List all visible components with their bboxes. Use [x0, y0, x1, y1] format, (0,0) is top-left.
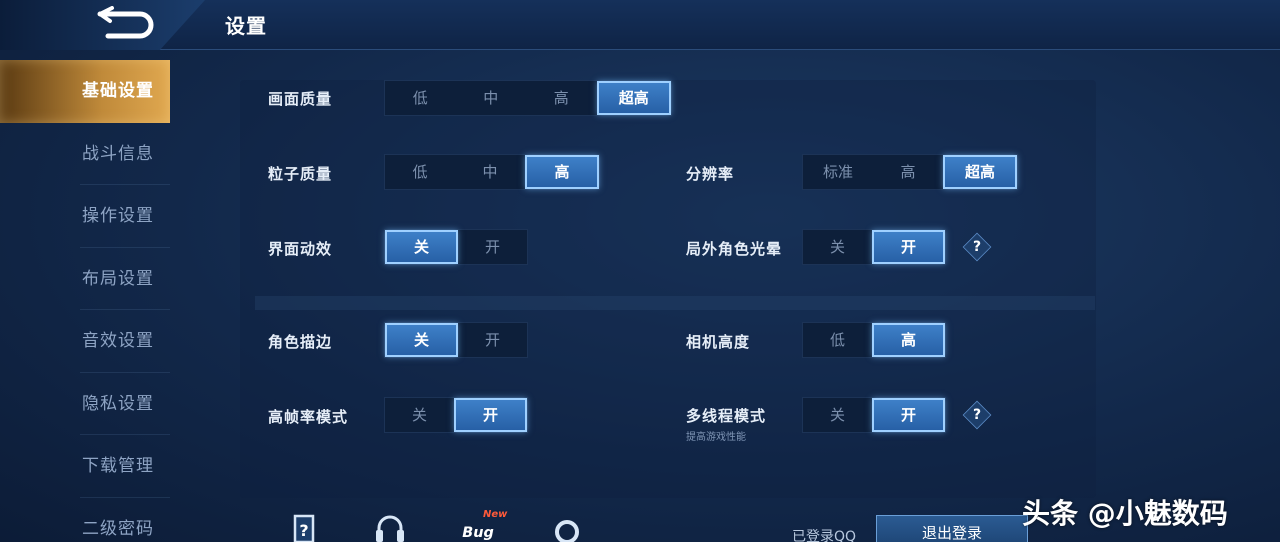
ui-effects-label: 界面动效: [268, 240, 333, 258]
outfield-glow-on[interactable]: 开: [872, 230, 945, 264]
particle-quality-selector: 低 中 高: [384, 154, 600, 190]
camera-height-label: 相机高度: [686, 333, 751, 351]
question-icon: ?: [972, 407, 982, 423]
top-bar: 设置: [0, 0, 1280, 50]
section-divider: [255, 296, 1095, 310]
multithread-on[interactable]: 开: [872, 398, 945, 432]
back-button[interactable]: [78, 6, 168, 44]
question-icon: ?: [972, 239, 982, 255]
svg-text:?: ?: [299, 521, 308, 540]
outfield-glow-label: 局外角色光晕: [686, 240, 783, 258]
headset-icon: [376, 515, 404, 542]
page-title: 设置: [225, 14, 267, 38]
help-book-icon: ?: [293, 514, 315, 542]
camera-height-low[interactable]: 低: [803, 323, 872, 357]
resolution-selector: 标准 高 超高: [802, 154, 1018, 190]
picture-quality-selector: 低 中 高 超高: [384, 80, 672, 116]
high-fps-off[interactable]: 关: [385, 398, 454, 432]
picture-quality-medium[interactable]: 中: [456, 81, 527, 115]
sidebar-item-layout[interactable]: 布局设置: [0, 248, 170, 311]
character-outline-toggle: 关 开: [384, 322, 528, 358]
high-fps-on[interactable]: 开: [454, 398, 527, 432]
sidebar-item-privacy[interactable]: 隐私设置: [0, 373, 170, 436]
resolution-ultra[interactable]: 超高: [943, 155, 1017, 189]
new-badge: New: [483, 509, 508, 520]
camera-height-high[interactable]: 高: [872, 323, 945, 357]
high-fps-label: 高帧率模式: [268, 408, 349, 426]
character-outline-on[interactable]: 开: [458, 323, 527, 357]
resolution-standard[interactable]: 标准: [803, 155, 873, 189]
outfield-glow-toggle: 关 开: [802, 229, 946, 265]
svg-text:Bug: Bug: [462, 525, 494, 541]
settings-sidebar: 基础设置 战斗信息 操作设置 布局设置 音效设置 隐私设置 下载管理 二级密码: [0, 60, 170, 542]
character-outline-label: 角色描边: [268, 333, 333, 351]
resolution-label: 分辨率: [686, 165, 735, 183]
watermark: 头条 @小魅数码: [1022, 497, 1228, 530]
multithread-off[interactable]: 关: [803, 398, 872, 432]
sidebar-item-battle-info[interactable]: 战斗信息: [0, 123, 170, 186]
picture-quality-label: 画面质量: [268, 90, 333, 108]
picture-quality-high[interactable]: 高: [526, 81, 597, 115]
settings-panel: [240, 80, 1096, 498]
settings-ring-icon: [555, 520, 579, 542]
picture-quality-ultra[interactable]: 超高: [596, 81, 671, 115]
sidebar-item-audio[interactable]: 音效设置: [0, 310, 170, 373]
outfield-glow-off[interactable]: 关: [803, 230, 872, 264]
customer-service-button[interactable]: [372, 512, 408, 542]
ui-effects-off[interactable]: 关: [385, 230, 458, 264]
ui-effects-on[interactable]: 开: [458, 230, 527, 264]
character-outline-off[interactable]: 关: [385, 323, 458, 357]
particle-quality-low[interactable]: 低: [385, 155, 455, 189]
back-arrow-icon: [97, 6, 154, 39]
sidebar-item-basic[interactable]: 基础设置: [0, 60, 170, 123]
particle-quality-high[interactable]: 高: [525, 155, 599, 189]
sidebar-item-controls[interactable]: 操作设置: [0, 185, 170, 248]
resolution-high[interactable]: 高: [873, 155, 943, 189]
multithread-label: 多线程模式: [686, 407, 767, 425]
camera-height-toggle: 低 高: [802, 322, 946, 358]
help-book-button[interactable]: ?: [286, 512, 322, 542]
logout-button[interactable]: 退出登录: [876, 515, 1028, 542]
outfield-glow-help-button[interactable]: ?: [964, 234, 990, 260]
particle-quality-label: 粒子质量: [268, 165, 333, 183]
ui-effects-toggle: 关 开: [384, 229, 528, 265]
settings-ring-button[interactable]: [549, 512, 585, 542]
multithread-toggle: 关 开: [802, 397, 946, 433]
picture-quality-low[interactable]: 低: [385, 81, 456, 115]
sidebar-item-secondary-password[interactable]: 二级密码: [0, 498, 170, 542]
high-fps-toggle: 关 开: [384, 397, 528, 433]
sidebar-item-downloads[interactable]: 下载管理: [0, 435, 170, 498]
multithread-help-button[interactable]: ?: [964, 402, 990, 428]
multithread-sublabel: 提高游戏性能: [686, 432, 746, 443]
login-status-text: 已登录QQ: [792, 529, 857, 542]
particle-quality-medium[interactable]: 中: [455, 155, 525, 189]
